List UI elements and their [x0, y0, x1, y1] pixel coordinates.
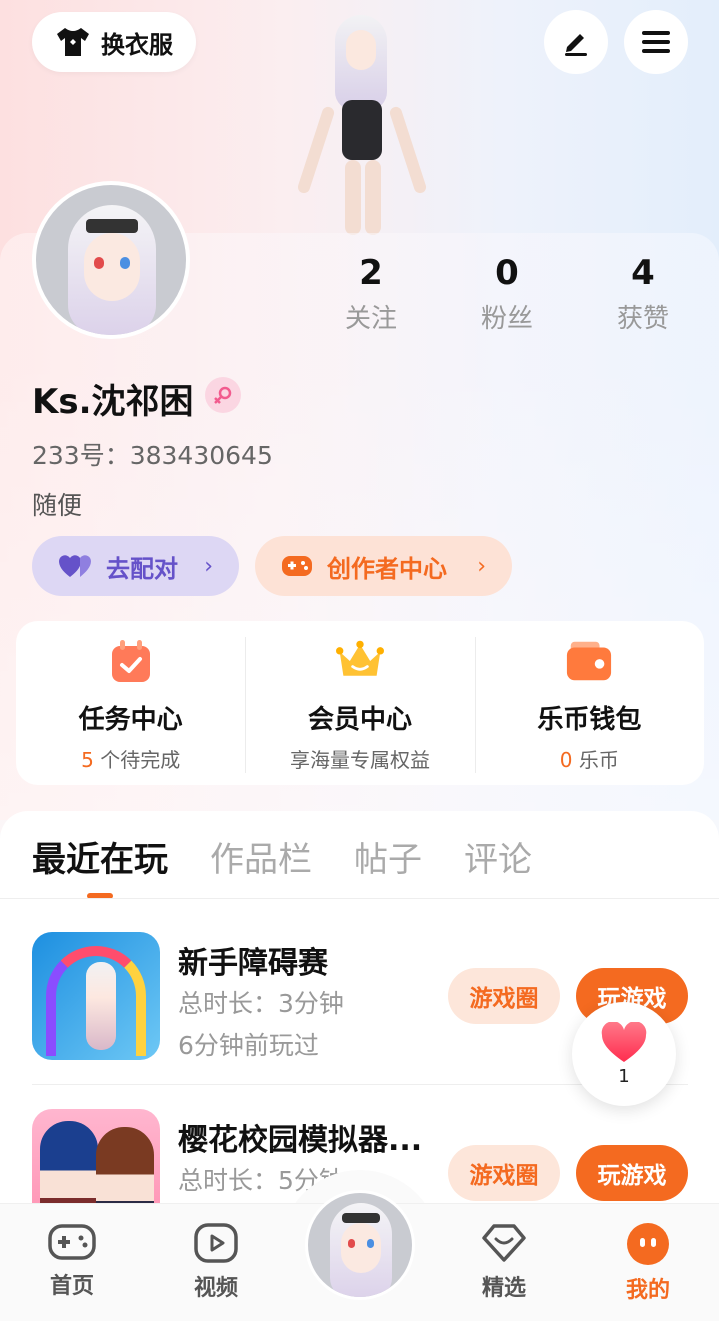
likes-label: 获赞 — [616, 304, 669, 334]
following-count: 2 — [359, 253, 383, 293]
menu-button[interactable] — [624, 10, 688, 74]
likes-count: 4 — [631, 253, 655, 293]
nav-home[interactable]: 首页 — [27, 1222, 117, 1300]
wallet-sub: 0 乐币 — [559, 748, 619, 772]
task-center[interactable]: 任务中心 5 个待完成 — [16, 621, 245, 785]
shirt-icon — [57, 28, 89, 56]
character-model[interactable] — [290, 10, 440, 235]
stat-likes[interactable]: 4 获赞 — [588, 252, 698, 335]
game-circle-button[interactable]: 游戏圈 — [448, 968, 560, 1024]
game-thumbnail[interactable] — [32, 932, 160, 1060]
like-count: 1 — [618, 1065, 630, 1087]
creator-center-label: 创作者中心 — [327, 554, 447, 583]
nav-avatar-button[interactable] — [305, 1190, 415, 1300]
chevron-right-icon: › — [477, 553, 486, 579]
game-title: 樱花校园模拟器... — [178, 1123, 423, 1158]
task-center-sub: 5 个待完成 — [81, 748, 181, 772]
wallet[interactable]: 乐币钱包 0 乐币 — [474, 621, 704, 785]
hamburger-icon — [642, 31, 670, 53]
game-last-played: 6分钟前玩过 — [178, 1031, 319, 1060]
calendar-check-icon — [107, 637, 155, 685]
diamond-heart-icon — [482, 1224, 526, 1262]
wallet-title: 乐币钱包 — [537, 705, 642, 735]
gamepad-icon — [282, 556, 312, 576]
face-icon — [627, 1223, 669, 1265]
crown-icon — [335, 637, 384, 685]
tab-works[interactable]: 作品栏 — [210, 832, 312, 881]
stat-followers[interactable]: 0 粉丝 — [452, 252, 562, 335]
match-button[interactable]: 去配对 › — [32, 536, 239, 596]
gamepad-icon — [48, 1224, 96, 1260]
game-circle-button[interactable]: 游戏圈 — [448, 1145, 560, 1201]
chevron-right-icon: › — [204, 553, 213, 579]
followers-count: 0 — [495, 253, 519, 293]
avatar — [308, 1193, 412, 1297]
pencil-icon — [565, 34, 587, 56]
female-icon — [205, 377, 241, 413]
followers-label: 粉丝 — [480, 304, 533, 334]
nav-featured-label: 精选 — [481, 1276, 526, 1301]
nav-mine-label: 我的 — [625, 1278, 670, 1303]
member-center-sub: 享海量专属权益 — [289, 748, 430, 772]
tab-divider — [0, 898, 719, 899]
services-panel: 任务中心 5 个待完成 会员中心 享海量专属权益 乐币钱包 0 乐币 — [16, 621, 704, 785]
following-label: 关注 — [344, 304, 397, 334]
tab-recently-played[interactable]: 最近在玩 — [32, 832, 168, 881]
change-outfit-button[interactable]: 换衣服 — [32, 12, 196, 72]
member-center[interactable]: 会员中心 享海量专属权益 — [245, 621, 474, 785]
content-tabs: 最近在玩 作品栏 帖子 评论 — [32, 832, 532, 881]
match-label: 去配对 — [106, 554, 178, 583]
wallet-icon — [565, 637, 613, 685]
task-center-title: 任务中心 — [78, 705, 183, 735]
heart-icon — [601, 1021, 647, 1062]
nav-video[interactable]: 视频 — [171, 1222, 261, 1302]
nav-mine[interactable]: 我的 — [603, 1222, 693, 1304]
edit-profile-button[interactable] — [544, 10, 608, 74]
avatar[interactable] — [32, 181, 190, 339]
user-id: 233号：383430645 — [32, 441, 273, 470]
game-duration: 总时长：3分钟 — [178, 989, 344, 1018]
tab-comments[interactable]: 评论 — [464, 832, 532, 881]
nav-home-label: 首页 — [49, 1274, 94, 1299]
member-center-title: 会员中心 — [307, 705, 412, 735]
like-floating-button[interactable]: 1 — [572, 1002, 676, 1106]
heart-pair-icon — [59, 555, 91, 577]
tab-posts[interactable]: 帖子 — [354, 832, 422, 881]
username: Ks.沈祁困 — [32, 382, 194, 422]
nav-video-label: 视频 — [193, 1276, 238, 1301]
play-icon — [194, 1223, 238, 1263]
creator-center-button[interactable]: 创作者中心 › — [255, 536, 512, 596]
play-game-button[interactable]: 玩游戏 — [576, 1145, 688, 1201]
stat-following[interactable]: 2 关注 — [316, 252, 426, 335]
game-title: 新手障碍赛 — [178, 946, 328, 981]
change-outfit-label: 换衣服 — [101, 30, 173, 59]
user-bio: 随便 — [32, 491, 83, 520]
nav-featured[interactable]: 精选 — [459, 1222, 549, 1302]
